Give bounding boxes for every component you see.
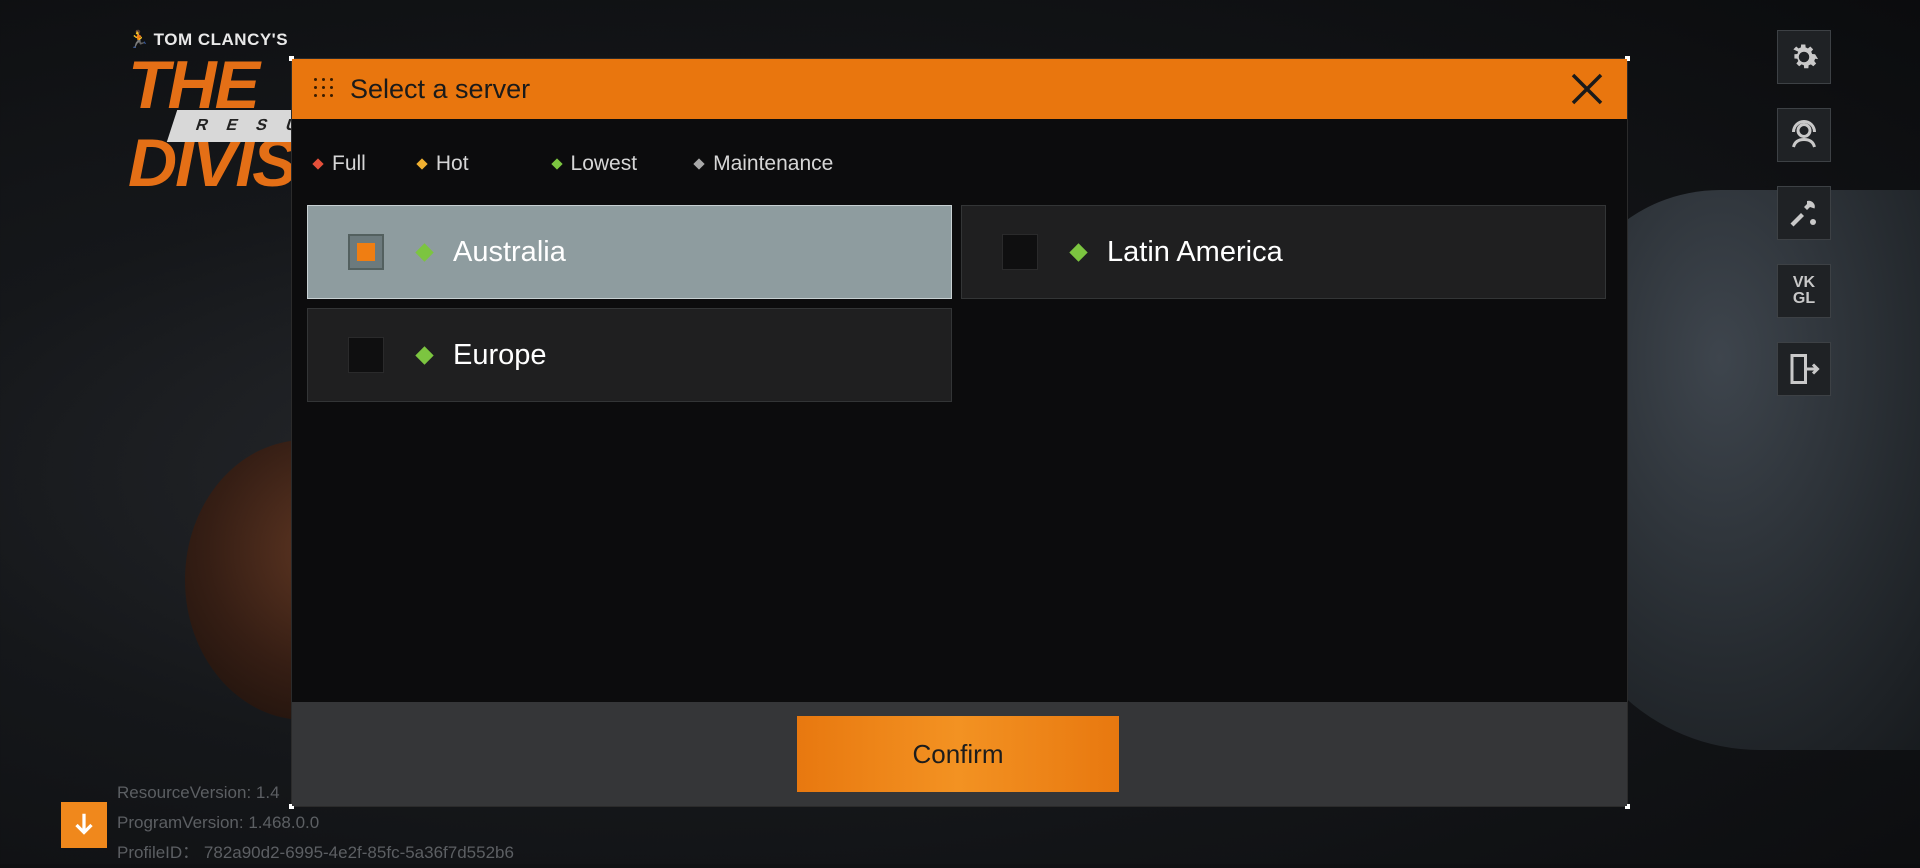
gear-icon[interactable] bbox=[1777, 30, 1831, 84]
legend-lowest: Lowest bbox=[550, 152, 637, 176]
server-checkbox[interactable] bbox=[348, 234, 384, 270]
status-diamond-icon bbox=[693, 158, 705, 170]
status-diamond-icon bbox=[312, 158, 324, 170]
status-legend: Full Hot Lowest Maintenance bbox=[312, 152, 833, 176]
dialog-header: Select a server bbox=[292, 59, 1627, 119]
status-diamond-icon bbox=[1069, 242, 1088, 262]
server-checkbox[interactable] bbox=[1002, 234, 1038, 270]
legend-full: Full bbox=[312, 152, 366, 176]
server-name: Australia bbox=[453, 235, 566, 268]
server-option-europe[interactable]: Europe bbox=[307, 308, 952, 402]
dialog-title: Select a server bbox=[350, 73, 531, 104]
status-diamond-icon bbox=[415, 345, 434, 365]
server-checkbox[interactable] bbox=[348, 337, 384, 373]
vk-gl-icon[interactable]: VK GL bbox=[1777, 264, 1831, 318]
program-version: ProgramVersion: 1.468.0.0 bbox=[117, 813, 320, 832]
repair-tools-icon[interactable] bbox=[1777, 186, 1831, 240]
server-select-dialog: Select a server Full Hot Lowest Maintena… bbox=[289, 56, 1630, 809]
legend-hot: Hot bbox=[416, 152, 469, 176]
close-icon bbox=[1571, 73, 1603, 105]
close-button[interactable] bbox=[1567, 69, 1607, 109]
legend-maintenance: Maintenance bbox=[693, 152, 833, 176]
server-name: Latin America bbox=[1107, 235, 1283, 268]
server-option-latin-america[interactable]: Latin America bbox=[961, 205, 1606, 299]
side-menu: VK GL bbox=[1777, 30, 1833, 420]
status-diamond-icon bbox=[415, 242, 434, 262]
exit-icon[interactable] bbox=[1777, 342, 1831, 396]
download-button[interactable] bbox=[61, 802, 107, 848]
checkbox-check-mark bbox=[357, 243, 375, 261]
status-diamond-icon bbox=[550, 158, 563, 170]
server-option-australia[interactable]: Australia bbox=[307, 205, 952, 299]
confirm-button[interactable]: Confirm bbox=[797, 716, 1119, 792]
server-name: Europe bbox=[453, 338, 547, 371]
dialog-footer: Confirm bbox=[292, 702, 1627, 806]
arrow-down-icon bbox=[75, 813, 93, 835]
status-diamond-icon bbox=[416, 158, 428, 170]
support-headset-icon[interactable] bbox=[1777, 108, 1831, 162]
grip-dots-icon bbox=[314, 78, 336, 100]
